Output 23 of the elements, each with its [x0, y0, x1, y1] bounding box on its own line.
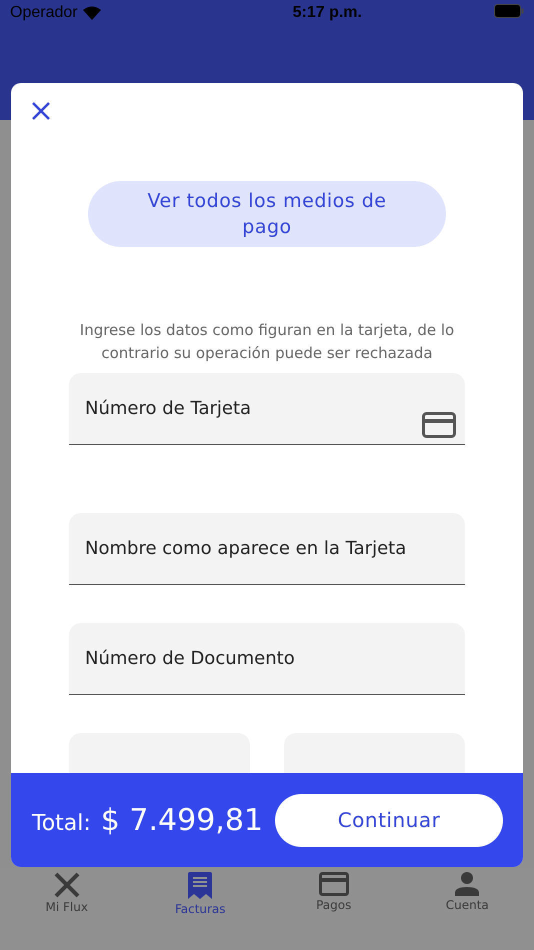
continue-button[interactable]: Continuar [275, 794, 503, 846]
battery-icon [494, 4, 524, 18]
carrier-name: Operador [10, 4, 78, 22]
credit-card-icon [318, 872, 349, 896]
wifi-icon [82, 6, 101, 20]
person-icon [454, 872, 480, 896]
input-field[interactable]: Nombre como aparece en la Tarjeta [69, 513, 465, 585]
input-field[interactable]: Número de Tarjeta [69, 373, 465, 445]
tab-bar-item[interactable]: Pagos [267, 868, 400, 950]
receipt-icon [187, 872, 214, 900]
status-time: 5:17 p.m. [292, 4, 362, 22]
credit-card-icon [422, 412, 456, 438]
payment-methods-button[interactable]: Ver todos los medios de pago [88, 181, 446, 247]
input-field[interactable] [284, 733, 465, 773]
input-field[interactable]: Número de Documento [69, 623, 465, 695]
total-label: Total: [32, 810, 91, 836]
tab-bar-item[interactable]: Cuenta [400, 868, 534, 950]
total-amount: $ 7.499,81 [100, 802, 264, 838]
tab-bar-item[interactable]: Mi Flux [0, 868, 134, 950]
instructions-text: Ingrese los datos como figuran en la tarjeta, de lo contrario su operación puede ser rechazada [78, 320, 456, 364]
input-field[interactable] [69, 733, 250, 773]
close-icon [52, 872, 81, 898]
tab-bar-item[interactable]: Facturas [134, 868, 267, 950]
